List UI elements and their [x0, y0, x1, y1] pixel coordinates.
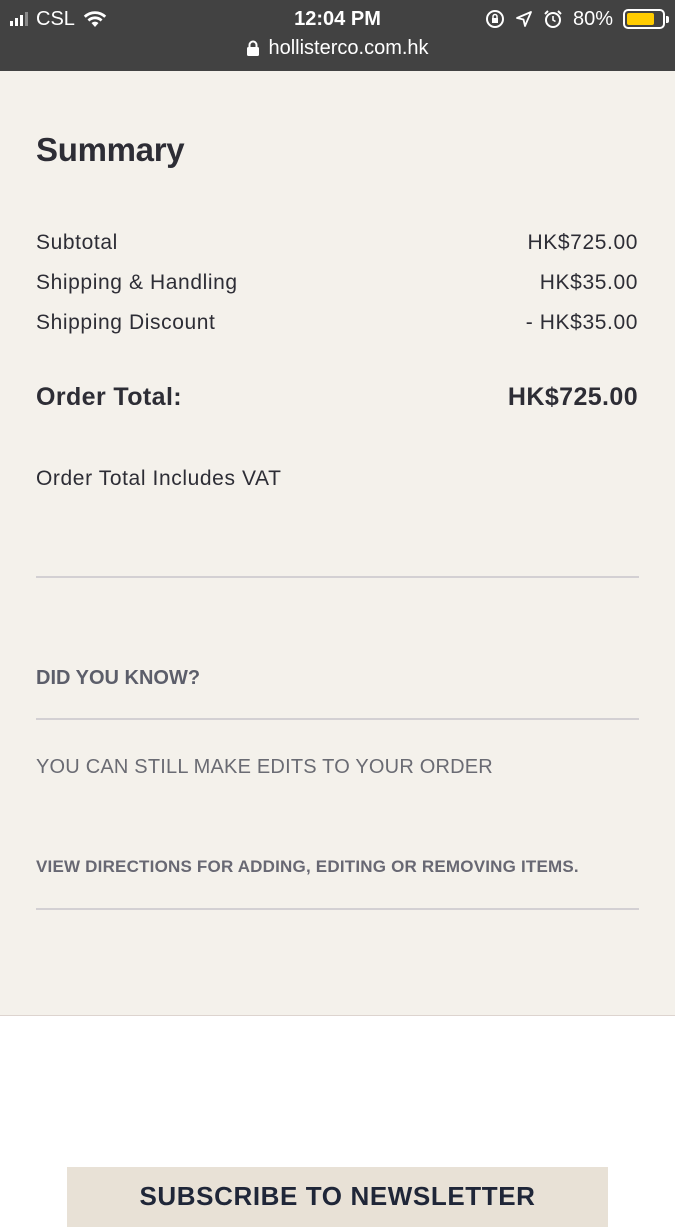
summary-title: Summary — [36, 131, 185, 168]
order-total-label: Order Total: — [36, 383, 183, 411]
subscribe-newsletter-button[interactable]: SUBSCRIBE TO NEWSLETTER — [67, 1167, 608, 1227]
shipping-discount-label: Shipping Discount — [36, 311, 216, 334]
battery-fill — [627, 13, 655, 25]
alarm-icon — [544, 10, 562, 28]
battery-percent: 80% — [572, 7, 613, 30]
shipping-discount-value: - HK$35.00 — [525, 311, 638, 334]
shipping-discount-row: Shipping Discount - HK$35.00 — [36, 311, 638, 335]
edits-note: YOU CAN STILL MAKE EDITS TO YOUR ORDER — [36, 756, 493, 778]
status-right: 80% — [485, 6, 669, 32]
url-text: hollisterco.com.hk — [268, 37, 429, 59]
subtotal-value: HK$725.00 — [527, 231, 638, 254]
divider — [36, 908, 639, 910]
orientation-lock-icon — [485, 10, 504, 28]
lock-icon — [247, 40, 260, 57]
vat-note: Order Total Includes VAT — [36, 467, 282, 490]
location-icon — [516, 11, 532, 27]
status-bar: CSL 12:04 PM 80% — [0, 6, 675, 32]
subtotal-label: Subtotal — [36, 231, 118, 254]
shipping-label: Shipping & Handling — [36, 271, 238, 294]
view-directions-link[interactable]: VIEW DIRECTIONS FOR ADDING, EDITING OR R… — [36, 857, 579, 877]
divider — [36, 718, 639, 720]
battery-icon — [623, 9, 669, 29]
address-bar[interactable]: hollisterco.com.hk — [0, 35, 675, 61]
browser-chrome: CSL 12:04 PM 80% hollisterco.com.hk — [0, 0, 675, 71]
shipping-row: Shipping & Handling HK$35.00 — [36, 271, 638, 295]
divider — [36, 576, 639, 578]
shipping-value: HK$35.00 — [539, 271, 638, 294]
order-total-row: Order Total: HK$725.00 — [36, 383, 638, 412]
order-summary-panel: Summary Subtotal HK$725.00 Shipping & Ha… — [0, 71, 675, 1016]
subtotal-row: Subtotal HK$725.00 — [36, 231, 638, 255]
did-you-know-heading: DID YOU KNOW? — [36, 667, 201, 689]
order-total-value: HK$725.00 — [507, 383, 638, 411]
